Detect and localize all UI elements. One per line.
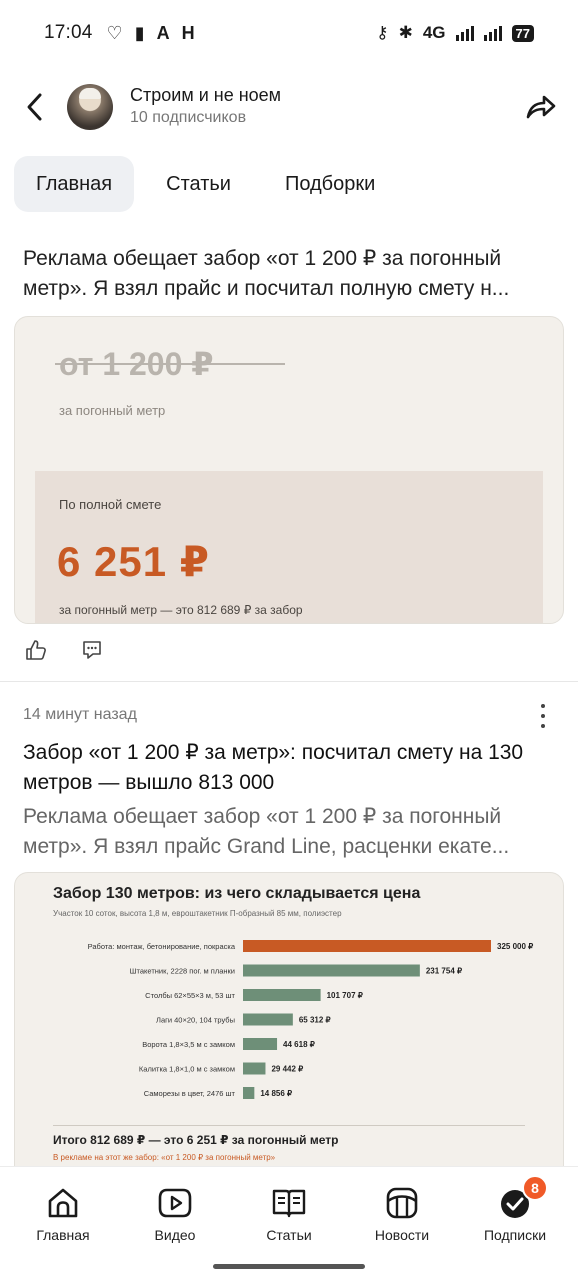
bar <box>243 1062 266 1075</box>
nav-subscriptions[interactable]: 8 Подписки <box>460 1175 570 1243</box>
bar <box>243 1013 293 1026</box>
bar-value-label: 14 856 ₽ <box>260 1089 292 1098</box>
bar-label: Лаги 40×20, 104 трубы <box>156 1016 235 1025</box>
comment-icon[interactable] <box>80 638 104 662</box>
full-estimate-box: По полной смете 6 251 ₽ за погонный метр… <box>35 471 543 623</box>
channel-tabs: Главная Статьи Подборки <box>14 156 407 212</box>
bar-value-label: 101 707 ₽ <box>327 991 363 1000</box>
video-icon <box>158 1188 192 1218</box>
home-icon <box>48 1188 78 1218</box>
tab-articles[interactable]: Статьи <box>144 156 253 212</box>
chevron-left-icon <box>27 93 42 121</box>
post-2-chart[interactable]: Забор 130 метров: из чего складывается ц… <box>14 872 564 1182</box>
subscriber-count: 10 подписчиков <box>130 109 247 126</box>
bottom-navigation: Главная Видео Статьи Новости 8 Подписки <box>0 1166 578 1280</box>
bar-label: Штакетник, 2228 пог. м планки <box>130 967 235 976</box>
chart-title: Забор 130 метров: из чего складывается ц… <box>53 885 421 902</box>
channel-header: Строим и не ноем 10 подписчиков <box>0 78 578 138</box>
bluetooth-icon: ✱ <box>398 23 413 42</box>
nav-news-label: Новости <box>374 1227 430 1243</box>
status-bar: 17:04 ♡ ▮ A H ⚷ ✱ 4G 77 <box>0 0 578 66</box>
nav-video[interactable]: Видео <box>120 1185 230 1243</box>
bar-value-label: 29 442 ₽ <box>271 1065 303 1074</box>
bar-label: Калитка 1,8×1,0 м с замком <box>139 1065 235 1074</box>
chart-rule <box>53 1125 525 1126</box>
post-2-text[interactable]: Реклама обещает забор «от 1 200 ₽ за пог… <box>23 802 558 862</box>
full-estimate-label: По полной смете <box>59 497 162 512</box>
bar-value-label: 231 754 ₽ <box>426 967 462 976</box>
post-1-text[interactable]: Реклама обещает забор «от 1 200 ₽ за пог… <box>23 244 558 304</box>
nav-video-label: Видео <box>154 1227 196 1243</box>
bar-label: Работа: монтаж, бетонирование, покраска <box>88 942 236 951</box>
nav-home[interactable]: Главная <box>8 1185 118 1243</box>
signal-icon-2 <box>483 25 502 41</box>
bar-label: Саморезы в цвет, 2476 шт <box>144 1089 236 1098</box>
network-type: 4G <box>422 23 446 42</box>
chart-total: Итого 812 689 ₽ — это 6 251 ₽ за погонны… <box>53 1133 339 1147</box>
bar-label: Столбы 62×55×3 м, 53 шт <box>145 991 235 1000</box>
nav-subscriptions-label: Подписки <box>483 1227 547 1243</box>
h-icon: H <box>181 22 195 43</box>
avatar[interactable] <box>67 84 113 130</box>
bar <box>243 1087 255 1099</box>
signal-icon <box>455 25 474 41</box>
articles-icon <box>272 1189 306 1218</box>
sim-icon: ▮ <box>134 22 145 43</box>
chart-ad-note: В рекламе на этот же забор: «от 1 200 ₽ … <box>53 1153 276 1162</box>
a-icon: A <box>156 22 170 43</box>
full-estimate-price: 6 251 ₽ <box>57 538 210 585</box>
nav-articles-label: Статьи <box>266 1227 312 1243</box>
bar-chart: Работа: монтаж, бетонирование, покраска 3… <box>88 940 533 1099</box>
bar-label: Ворота 1,8×3,5 м с замком <box>142 1040 235 1049</box>
channel-name[interactable]: Строим и не ноем <box>130 85 281 106</box>
full-estimate-note: за погонный метр — это 812 689 ₽ за забо… <box>59 603 303 617</box>
post-1-actions <box>24 638 104 662</box>
notification-icons: ♡ ▮ A H <box>107 23 195 44</box>
nav-home-label: Главная <box>36 1227 90 1243</box>
post-2-time: 14 минут назад <box>23 706 137 723</box>
chart-subtitle: Участок 10 соток, высота 1,8 м, евроштак… <box>53 909 342 918</box>
bar <box>243 1038 278 1050</box>
post-2-title[interactable]: Забор «от 1 200 ₽ за метр»: посчитал сме… <box>23 738 558 798</box>
home-indicator[interactable] <box>213 1264 365 1269</box>
battery-icon: 77 <box>511 24 534 42</box>
tab-main[interactable]: Главная <box>14 156 135 212</box>
status-right: ⚷ ✱ 4G 77 <box>376 23 534 43</box>
more-options-button[interactable] <box>538 704 548 728</box>
bar <box>243 989 321 1001</box>
status-time: 17:04 <box>44 22 93 43</box>
nav-news[interactable]: Новости <box>347 1185 457 1243</box>
nav-articles[interactable]: Статьи <box>234 1185 344 1243</box>
bar-value-label: 325 000 ₽ <box>497 942 533 951</box>
tab-collections[interactable]: Подборки <box>263 156 397 212</box>
news-icon <box>386 1187 418 1219</box>
bar <box>243 964 420 977</box>
key-icon: ⚷ <box>376 23 389 42</box>
bar-value-label: 65 312 ₽ <box>299 1016 331 1025</box>
heart-icon: ♡ <box>106 22 123 43</box>
share-icon <box>526 95 556 119</box>
strike-line <box>55 363 285 365</box>
bar <box>243 940 491 952</box>
share-button[interactable] <box>524 90 558 124</box>
bar-value-label: 44 618 ₽ <box>283 1040 315 1049</box>
old-price-unit: за погонный метр <box>59 403 166 418</box>
subscriptions-badge: 8 <box>522 1175 548 1201</box>
back-button[interactable] <box>18 90 52 124</box>
divider <box>0 681 578 682</box>
post-1-image[interactable]: от 1 200 ₽ за погонный метр По полной см… <box>14 316 564 624</box>
like-icon[interactable] <box>24 638 48 662</box>
